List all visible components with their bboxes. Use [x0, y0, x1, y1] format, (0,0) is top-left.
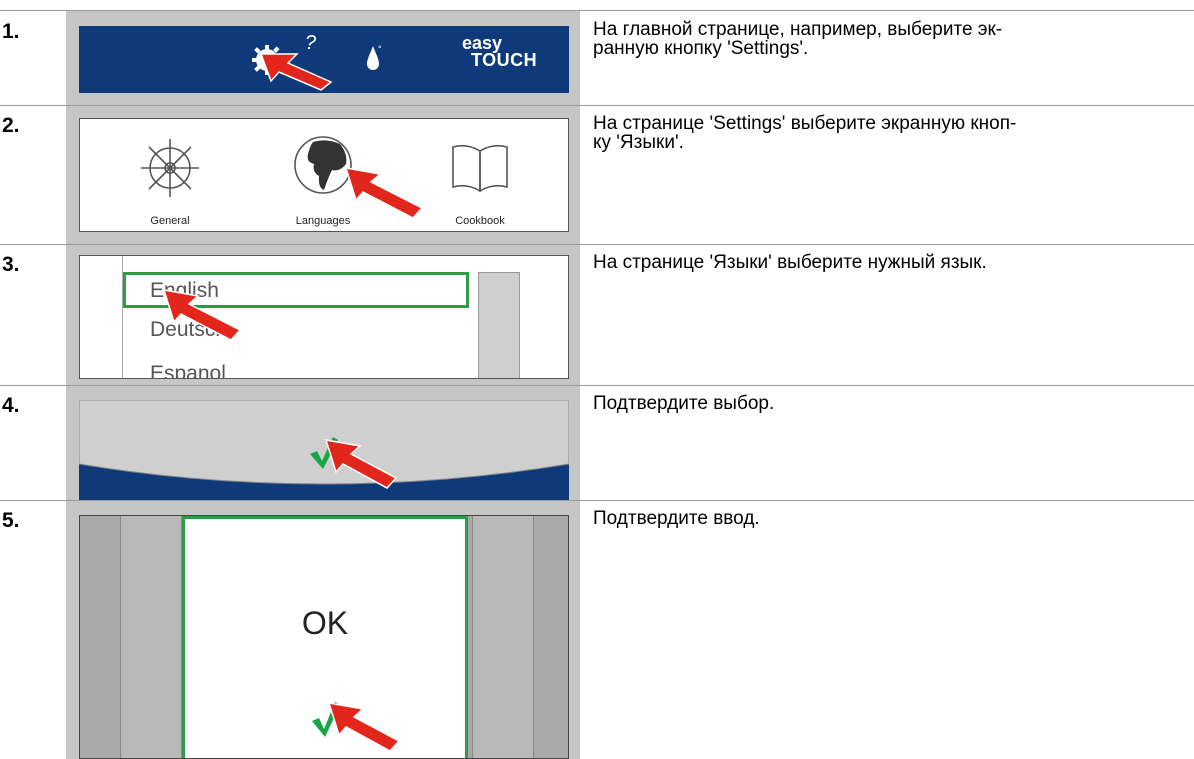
step-1-screenshot: ? ° easy TOUCH: [66, 11, 580, 105]
step-description: Подтвердите выбор.: [593, 394, 1183, 413]
settings-label-cookbook[interactable]: Cookbook: [440, 215, 520, 227]
step-number: 3.: [2, 253, 20, 276]
settings-label-general[interactable]: General: [130, 215, 210, 227]
brand-logo: easy TOUCH: [454, 34, 538, 70]
settings-page: General Languages Cookbook: [79, 118, 569, 232]
step-4-screenshot: [66, 386, 580, 500]
svg-text:°: °: [378, 44, 382, 54]
brand-bottom: TOUCH: [471, 50, 538, 70]
language-label: Espanol: [150, 362, 226, 379]
desc-line: На странице 'Settings' выберите экранную…: [593, 113, 1017, 134]
home-bar: ? ° easy TOUCH: [79, 26, 569, 93]
pointer-arrow: [259, 53, 333, 91]
ok-button[interactable]: OK: [182, 516, 468, 758]
pointer-arrow: [162, 289, 242, 341]
dialog-side-right: [472, 516, 534, 758]
confirm-bar: [79, 400, 569, 500]
step-description: Подтвердите ввод.: [593, 509, 1183, 528]
pointer-arrow: [324, 439, 398, 489]
step-number: 2.: [2, 114, 20, 137]
step-3-screenshot: English Deutsch Espanol: [66, 245, 580, 385]
step-description: На главной странице, например, выберите …: [593, 20, 1183, 58]
scrollbar[interactable]: [478, 272, 520, 378]
pointer-arrow: [344, 167, 424, 219]
step-number: 1.: [2, 20, 20, 43]
languages-page: English Deutsch Espanol: [79, 255, 569, 379]
desc-line: ранную кнопку 'Settings'.: [593, 38, 809, 59]
step-number: 4.: [2, 394, 20, 417]
step-5-screenshot: OK: [66, 501, 580, 759]
ok-dialog: OK: [79, 515, 569, 759]
desc-line: Подтвердите выбор.: [593, 393, 775, 414]
step-2-screenshot: General Languages Cookbook: [66, 106, 580, 244]
desc-line: Подтвердите ввод.: [593, 508, 760, 529]
language-item[interactable]: Espanol: [123, 356, 469, 379]
pointer-arrow: [327, 702, 401, 752]
step-description: На странице 'Settings' выберите экранную…: [593, 114, 1183, 152]
step-number: 5.: [2, 509, 20, 532]
water-drop-icon: °: [367, 44, 382, 70]
dialog-side-left: [120, 516, 182, 758]
step-description: На странице 'Языки' выберите нужный язык…: [593, 253, 1183, 272]
desc-line: ку 'Языки'.: [593, 132, 684, 153]
desc-line: На странице 'Языки' выберите нужный язык…: [593, 252, 987, 273]
desc-line: На главной странице, например, выберите …: [593, 19, 1003, 40]
cookbook-book-icon[interactable]: [445, 137, 515, 197]
general-wheel-icon[interactable]: [135, 133, 205, 203]
ok-label: OK: [301, 605, 349, 641]
